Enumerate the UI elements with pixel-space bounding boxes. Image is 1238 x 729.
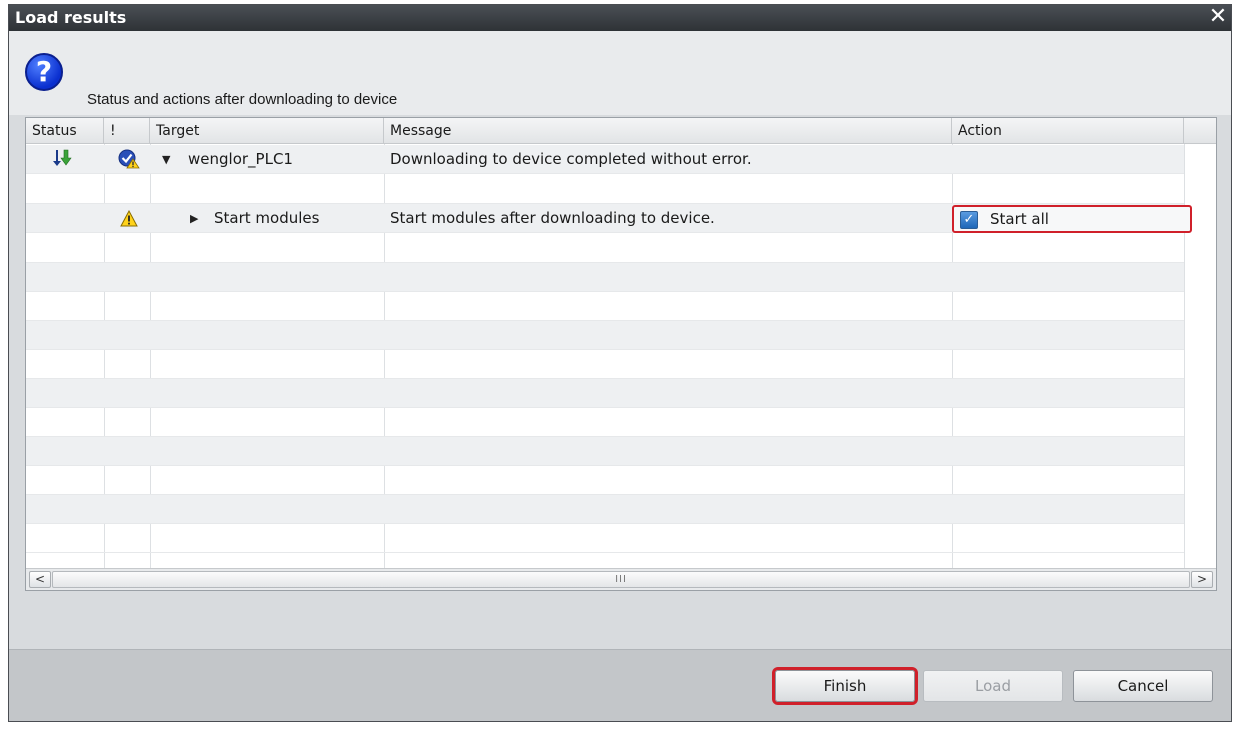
question-icon: ? — [25, 53, 63, 91]
table-row — [26, 524, 1184, 553]
header-text: Status and actions after downloading to … — [87, 91, 398, 108]
table-row — [26, 495, 1184, 524]
finish-button[interactable]: Finish — [775, 670, 915, 702]
table-row[interactable]: ▼ wenglor_PLC1 Downloading to device com… — [26, 145, 1184, 174]
row-message: Downloading to device completed without … — [390, 150, 752, 168]
start-all-label: Start all — [990, 210, 1049, 228]
warning-icon — [120, 210, 138, 227]
load-button[interactable]: Load — [923, 670, 1063, 702]
column-header-action[interactable]: Action — [952, 118, 1184, 144]
table-row — [26, 379, 1184, 408]
start-all-action[interactable]: ✓ Start all — [952, 205, 1192, 233]
table-header: Status ! Target Message Action — [26, 118, 1216, 144]
target-name: Start modules — [214, 209, 320, 227]
table-row — [26, 466, 1184, 495]
close-icon[interactable]: ✕ — [1207, 6, 1229, 29]
table-row — [26, 321, 1184, 350]
load-results-dialog: Load results ✕ ? Status and actions afte… — [8, 4, 1232, 722]
column-header-alert[interactable]: ! — [104, 118, 150, 144]
table-row — [26, 350, 1184, 379]
title-bar: Load results ✕ — [9, 5, 1231, 31]
table-row — [26, 175, 1184, 204]
row-message: Start modules after downloading to devic… — [390, 209, 715, 227]
table-row — [26, 408, 1184, 437]
collapse-arrow-icon[interactable]: ▼ — [162, 145, 170, 174]
table-row — [26, 292, 1184, 321]
dialog-footer: Finish Load Cancel — [9, 649, 1231, 721]
table-row — [26, 234, 1184, 263]
expand-arrow-icon[interactable]: ▶ — [190, 204, 198, 233]
download-arrow-icon — [53, 149, 72, 166]
column-header-status[interactable]: Status — [26, 118, 104, 144]
cancel-button[interactable]: Cancel — [1073, 670, 1213, 702]
table-row — [26, 437, 1184, 466]
table-row — [26, 263, 1184, 292]
column-header-message[interactable]: Message — [384, 118, 952, 144]
column-header-target[interactable]: Target — [150, 118, 384, 144]
results-table: Status ! Target Message Action ▼ wenglor… — [25, 117, 1217, 591]
check-warning-icon — [118, 149, 140, 169]
target-name: wenglor_PLC1 — [188, 150, 293, 168]
start-all-checkbox[interactable]: ✓ — [960, 211, 978, 229]
scroll-right-button[interactable]: > — [1191, 571, 1213, 588]
header-area: ? Status and actions after downloading t… — [9, 31, 1231, 115]
dialog-title: Load results — [15, 8, 127, 27]
scroll-left-button[interactable]: < — [29, 571, 51, 588]
scroll-thumb[interactable]: III — [52, 571, 1190, 588]
horizontal-scrollbar[interactable]: < III > — [26, 568, 1216, 590]
